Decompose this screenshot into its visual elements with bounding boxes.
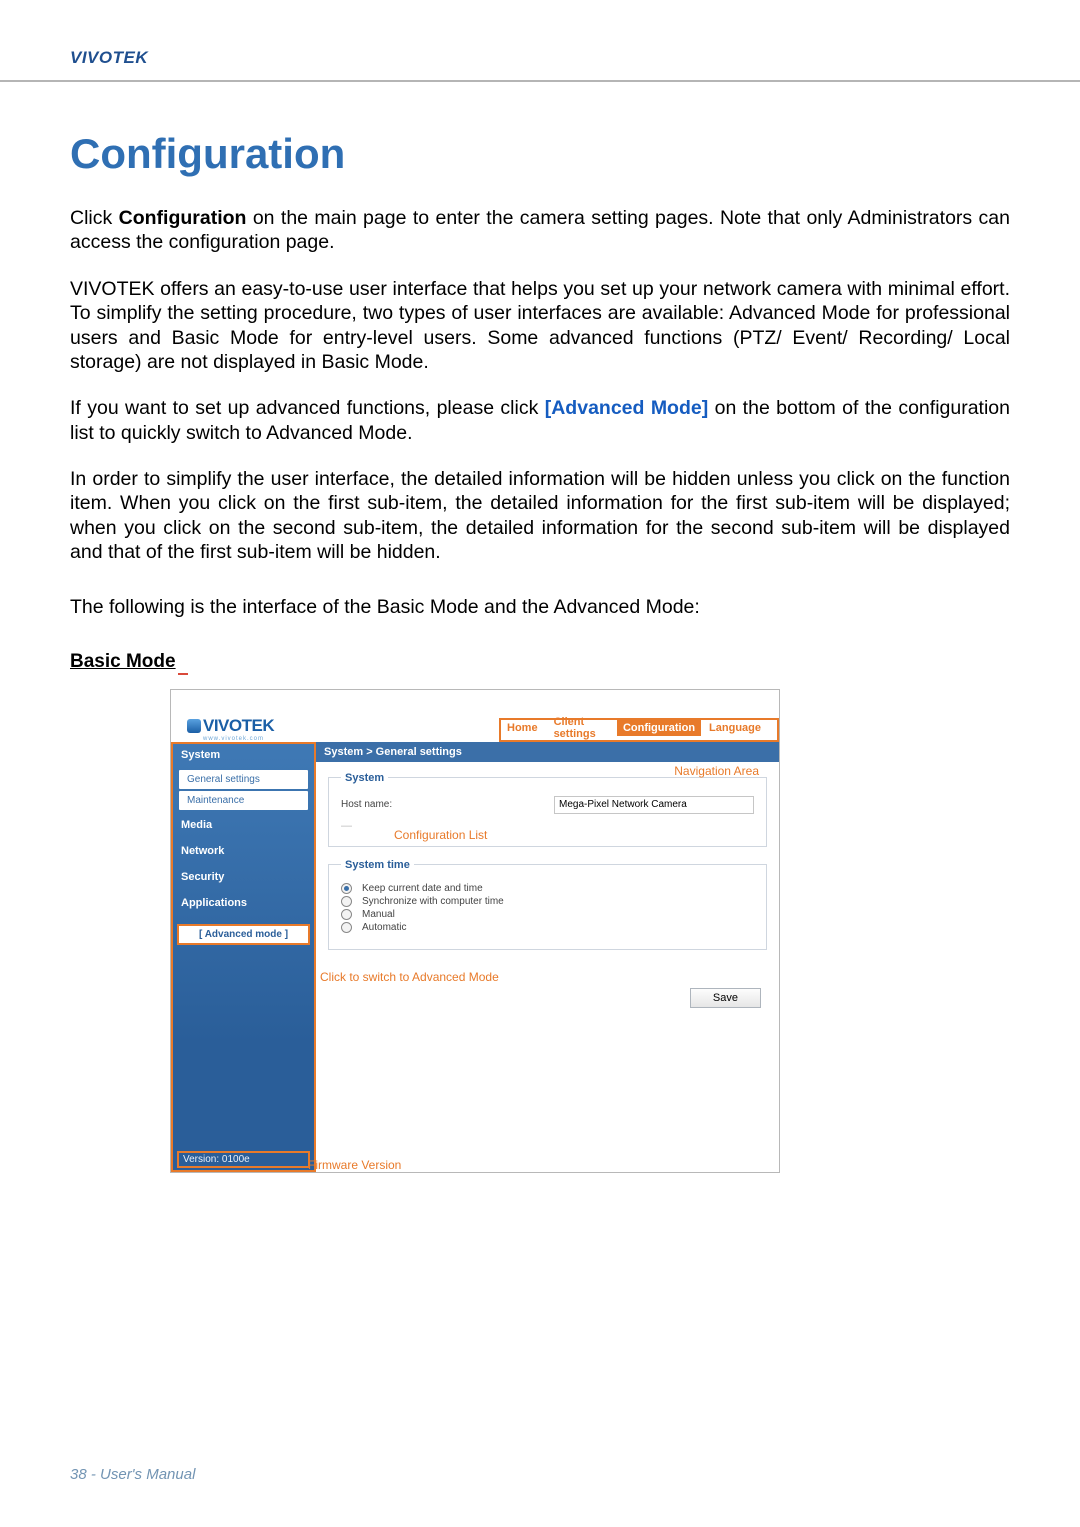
page-footer: 38 - User's Manual — [70, 1466, 195, 1483]
firmware-version-label: Version: 0100e — [179, 1153, 308, 1166]
page-content: Configuration Click Configuration on the… — [0, 82, 1080, 1173]
paragraph-1: Click Configuration on the main page to … — [70, 206, 1010, 255]
page-title: Configuration — [70, 130, 1010, 178]
top-navigation: Home Client settings Configuration Langu… — [499, 718, 779, 742]
advanced-mode-button[interactable]: [ Advanced mode ] — [179, 926, 308, 943]
radio-label: Manual — [362, 909, 395, 920]
sidebar-item-system[interactable]: System — [171, 742, 316, 768]
brand-label: VIVOTEK — [70, 48, 1080, 68]
time-option-manual[interactable]: Manual — [341, 909, 754, 920]
radio-icon[interactable] — [341, 896, 352, 907]
sidebar-item-media[interactable]: Media — [171, 812, 316, 838]
sidebar-item-security[interactable]: Security — [171, 864, 316, 890]
text: Click — [70, 207, 119, 229]
sidebar-item-applications[interactable]: Applications — [171, 890, 316, 916]
time-option-keep[interactable]: Keep current date and time — [341, 883, 754, 894]
advanced-mode-link: [Advanced Mode] — [545, 397, 708, 419]
radio-label: Keep current date and time — [362, 883, 483, 894]
hostname-input[interactable] — [554, 796, 754, 814]
save-button[interactable]: Save — [690, 988, 761, 1008]
basic-mode-heading: Basic Mode — [70, 651, 176, 673]
radio-icon[interactable] — [341, 883, 352, 894]
screenshot-body: System General settings Maintenance Medi… — [171, 742, 779, 1172]
system-time-legend: System time — [341, 859, 414, 871]
annotation-switch-advanced: Click to switch to Advanced Mode — [320, 970, 499, 984]
annotation-firmware-version: Firmware Version — [308, 1158, 401, 1172]
text: If you want to set up advanced functions… — [70, 397, 545, 419]
bold-configuration: Configuration — [119, 207, 247, 229]
main-panel-inner: System Host name: — System time — [316, 762, 779, 972]
sidebar-sub-general-settings[interactable]: General settings — [179, 770, 308, 789]
document-page: VIVOTEK Configuration Click Configuratio… — [0, 0, 1080, 1527]
breadcrumb: System > General settings — [316, 742, 779, 762]
config-sidebar: System General settings Maintenance Medi… — [171, 742, 316, 1172]
radio-label: Synchronize with computer time — [362, 896, 504, 907]
system-legend: System — [341, 772, 388, 784]
time-option-sync[interactable]: Synchronize with computer time — [341, 896, 754, 907]
paragraph-3: If you want to set up advanced functions… — [70, 396, 1010, 445]
logo-area: VIVOTEK www.vivotek.com — [171, 710, 316, 742]
paragraph-2: VIVOTEK offers an easy-to-use user inter… — [70, 277, 1010, 375]
hostname-label: Host name: — [341, 799, 392, 810]
page-header: VIVOTEK — [0, 0, 1080, 82]
collapsed-dots: — — [341, 820, 754, 832]
radio-icon[interactable] — [341, 909, 352, 920]
vivotek-logo: VIVOTEK — [187, 716, 316, 736]
basic-mode-screenshot: VIVOTEK www.vivotek.com Home Client sett… — [170, 689, 780, 1173]
system-time-fieldset: System time Keep current date and time S… — [328, 859, 767, 950]
system-fieldset: System Host name: — — [328, 772, 767, 847]
paragraph-4: In order to simplify the user interface,… — [70, 467, 1010, 565]
logo-text: VIVOTEK — [203, 716, 274, 736]
hostname-row: Host name: — [341, 796, 754, 814]
nav-home[interactable]: Home — [499, 722, 546, 734]
sidebar-item-network[interactable]: Network — [171, 838, 316, 864]
logo-mark-icon — [187, 719, 201, 733]
radio-icon[interactable] — [341, 922, 352, 933]
nav-client-settings[interactable]: Client settings — [546, 716, 617, 740]
nav-language[interactable]: Language — [701, 722, 769, 734]
nav-configuration[interactable]: Configuration — [617, 720, 701, 736]
sidebar-sub-maintenance[interactable]: Maintenance — [179, 791, 308, 810]
paragraph-5: The following is the interface of the Ba… — [70, 595, 1010, 619]
radio-label: Automatic — [362, 922, 406, 933]
time-option-auto[interactable]: Automatic — [341, 922, 754, 933]
main-panel: System > General settings System Host na… — [316, 742, 779, 1172]
screenshot-header: VIVOTEK www.vivotek.com Home Client sett… — [171, 690, 779, 742]
